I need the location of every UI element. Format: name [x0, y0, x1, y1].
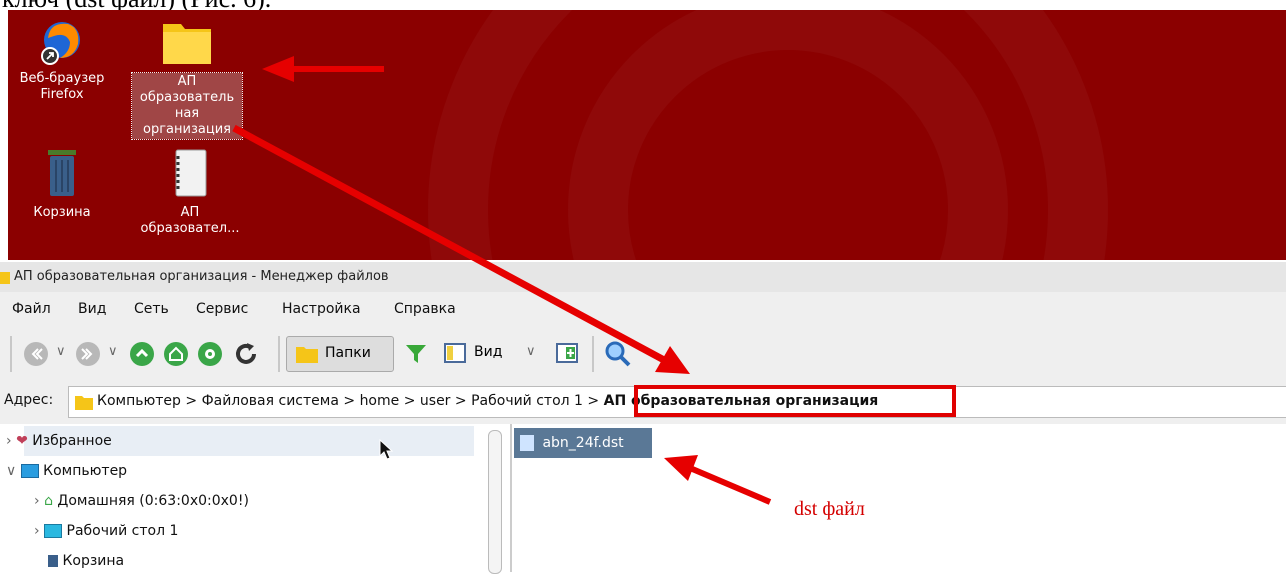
arrow-to-address: [232, 124, 666, 364]
arrow-to-file: [688, 465, 772, 505]
annotation-arrows: [232, 56, 772, 505]
arrow-to-file-head: [664, 455, 698, 481]
arrow-to-folder: [262, 56, 384, 82]
